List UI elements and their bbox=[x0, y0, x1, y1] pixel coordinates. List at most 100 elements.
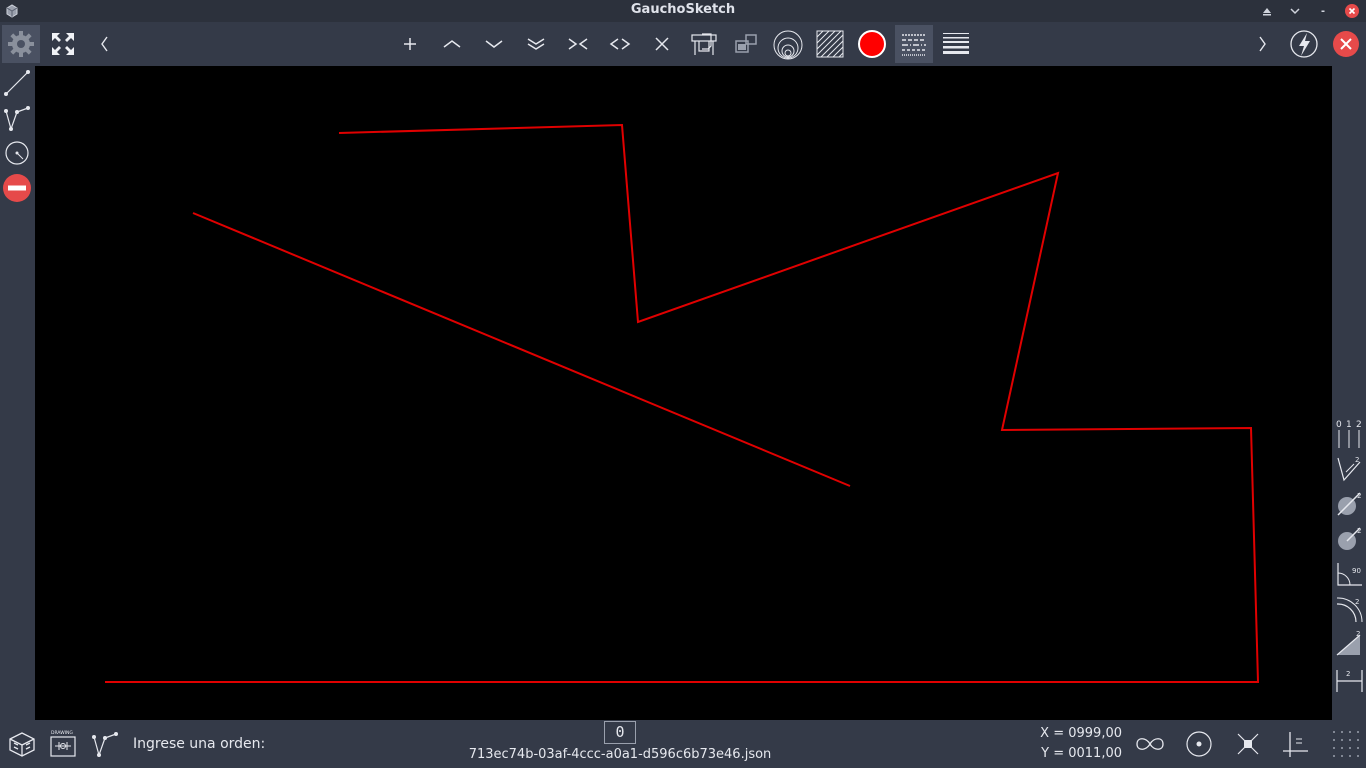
plot-button[interactable] bbox=[685, 25, 723, 63]
svg-text:2: 2 bbox=[1356, 420, 1362, 430]
diverge-button[interactable] bbox=[601, 25, 639, 63]
linear-dimension-button[interactable]: 2 bbox=[1333, 663, 1365, 695]
line-tool-button[interactable] bbox=[2, 68, 32, 98]
infinite-line-button[interactable] bbox=[1133, 731, 1167, 757]
zoom-extents-button[interactable] bbox=[44, 25, 82, 63]
polyline-tool-icon bbox=[4, 106, 30, 131]
circles-button[interactable] bbox=[769, 25, 807, 63]
snap-intersection-icon bbox=[1237, 733, 1259, 755]
svg-text:2: 2 bbox=[1357, 492, 1361, 500]
svg-text:90: 90 bbox=[1352, 567, 1361, 575]
radius-button[interactable]: 2 bbox=[1333, 523, 1365, 555]
caret-up-icon bbox=[443, 40, 461, 48]
grid-dots-icon bbox=[1333, 731, 1359, 757]
cube-icon bbox=[9, 732, 35, 757]
polyline-snap-icon bbox=[92, 732, 118, 757]
gear-icon bbox=[8, 31, 34, 57]
snap-center-icon bbox=[1186, 731, 1212, 757]
status-bar: DRAWING Ingrese una orden: 0 713ec74b-03… bbox=[0, 720, 1366, 768]
diameter-icon: 2 bbox=[1337, 492, 1361, 516]
maximize-icon[interactable] bbox=[1315, 3, 1331, 19]
circle-tool-icon bbox=[5, 141, 29, 165]
infinity-icon bbox=[1136, 738, 1164, 750]
snap-polyline-button[interactable] bbox=[90, 729, 120, 759]
dashed-lines-icon bbox=[902, 34, 926, 56]
window-title: GauchoSketch bbox=[630, 2, 736, 17]
drawn-polyline[interactable] bbox=[105, 123, 1260, 683]
hatch-button[interactable] bbox=[811, 25, 849, 63]
linetype-button[interactable] bbox=[895, 25, 933, 63]
color-button[interactable] bbox=[853, 25, 891, 63]
svg-text:2: 2 bbox=[1356, 630, 1360, 638]
diverge-icon bbox=[609, 38, 631, 50]
add-button[interactable] bbox=[391, 25, 429, 63]
plus-icon bbox=[404, 38, 416, 50]
circle-tool-button[interactable] bbox=[2, 138, 32, 168]
layers-icon: 0 1 2 bbox=[1336, 420, 1362, 448]
shade-icon[interactable] bbox=[1259, 3, 1275, 19]
y-coordinate: Y = 0011,00 bbox=[1041, 746, 1122, 761]
grid-button[interactable] bbox=[1330, 729, 1362, 759]
scroll-right-button[interactable] bbox=[1243, 25, 1281, 63]
diameter-button[interactable]: 2 bbox=[1333, 488, 1365, 520]
layers-button[interactable]: 0 1 2 bbox=[1333, 418, 1365, 450]
double-caret-down-icon bbox=[527, 38, 545, 50]
window-button[interactable] bbox=[727, 25, 765, 63]
arc-length-button[interactable]: 2 bbox=[1333, 593, 1365, 625]
lineweight-button[interactable] bbox=[937, 25, 975, 63]
angle-measure-button[interactable]: 2 bbox=[1333, 453, 1365, 485]
snap-intersection-button[interactable] bbox=[1232, 729, 1264, 759]
plotter-icon bbox=[691, 33, 717, 55]
concentric-circles-icon bbox=[773, 30, 803, 60]
svg-text:1: 1 bbox=[1346, 420, 1352, 430]
drawing-canvas[interactable] bbox=[35, 66, 1332, 720]
chevron-right-icon bbox=[1259, 36, 1266, 52]
svg-text:2: 2 bbox=[1355, 456, 1359, 464]
ortho-button[interactable] bbox=[1279, 729, 1311, 759]
polyline-tool-button[interactable] bbox=[2, 103, 32, 133]
hatch-icon bbox=[816, 30, 844, 58]
chevron-left-icon bbox=[101, 36, 108, 52]
toolbar bbox=[0, 22, 1366, 66]
3d-view-button[interactable] bbox=[6, 728, 38, 760]
scroll-left-button[interactable] bbox=[86, 25, 124, 63]
file-name: 713ec74b-03af-4ccc-a0a1-d596c6b73e46.jso… bbox=[468, 747, 772, 762]
exit-button[interactable] bbox=[1327, 25, 1365, 63]
slope-button[interactable]: 2 bbox=[1333, 628, 1365, 660]
title-bar: GauchoSketch bbox=[0, 0, 1366, 22]
slope-icon: 2 bbox=[1336, 630, 1360, 656]
drawing-mode-button[interactable]: DRAWING bbox=[48, 728, 78, 760]
command-prompt-label[interactable]: Ingrese una orden: bbox=[133, 736, 265, 752]
cancel-button[interactable] bbox=[643, 25, 681, 63]
line-weight-icon bbox=[943, 33, 969, 54]
right-toolbar: 0 1 2 2 2 2 90 2 2 2 bbox=[1332, 66, 1366, 720]
x-icon bbox=[655, 37, 669, 51]
drawing-badge: DRAWING bbox=[51, 730, 73, 736]
angle-90-button[interactable]: 90 bbox=[1333, 558, 1365, 590]
minimize-icon[interactable] bbox=[1287, 3, 1303, 19]
drawing-board-icon: DRAWING bbox=[50, 730, 76, 757]
svg-text:2: 2 bbox=[1357, 527, 1361, 535]
converge-icon bbox=[568, 38, 588, 50]
svg-text:2: 2 bbox=[1346, 670, 1350, 678]
drawn-line[interactable] bbox=[192, 212, 851, 487]
arc-down-button[interactable] bbox=[475, 25, 513, 63]
close-icon[interactable] bbox=[1344, 3, 1360, 19]
svg-text:0: 0 bbox=[1336, 420, 1342, 430]
converge-button[interactable] bbox=[559, 25, 597, 63]
drawing-area[interactable] bbox=[35, 66, 1332, 720]
red-color-icon bbox=[858, 30, 886, 58]
settings-button[interactable] bbox=[2, 25, 40, 63]
angle-90-icon: 90 bbox=[1337, 563, 1362, 586]
delete-tool-button[interactable] bbox=[2, 173, 32, 203]
double-down-button[interactable] bbox=[517, 25, 555, 63]
caret-down-icon bbox=[485, 40, 503, 48]
arc-length-icon: 2 bbox=[1336, 597, 1363, 623]
snap-center-button[interactable] bbox=[1183, 729, 1215, 759]
quick-action-button[interactable] bbox=[1285, 25, 1323, 63]
close-circle-icon bbox=[1333, 31, 1359, 57]
arc-up-button[interactable] bbox=[433, 25, 471, 63]
x-coordinate: X = 0999,00 bbox=[1040, 726, 1122, 741]
lightning-icon bbox=[1290, 30, 1318, 58]
left-toolbar bbox=[0, 66, 35, 720]
